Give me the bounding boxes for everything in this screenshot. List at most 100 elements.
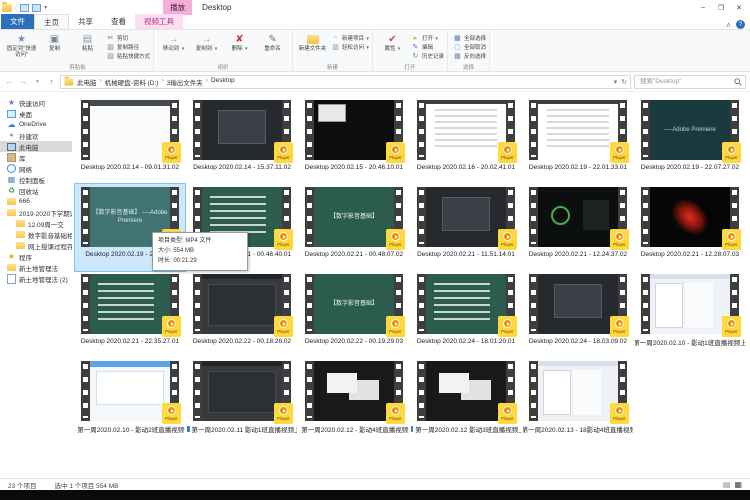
ribbon-button-cut[interactable]: 剪切 <box>106 33 150 42</box>
sidebar-item-folder-digital-av[interactable]: 数字影音基础相关 <box>0 229 72 240</box>
breadcrumb-segment[interactable]: 3输出文件夹 <box>167 77 203 87</box>
sidebar-item-libraries[interactable]: 库 <box>0 152 72 163</box>
sidebar-item-this-pc[interactable]: 此电脑 <box>0 141 72 152</box>
play-icon <box>167 145 176 154</box>
file-item[interactable]: PlayerDesktop 2020.02.24 - 18.01.20.01 <box>411 271 521 358</box>
back-icon[interactable]: ← <box>4 77 15 86</box>
sidebar-item-network[interactable]: 网络 <box>0 163 72 174</box>
ribbon-button-history[interactable]: 历史记录 <box>411 51 444 60</box>
file-item[interactable]: Player第一周2020.02.13 - 18影动4班直播视频全 <box>523 358 633 445</box>
ribbon-button-newfolder[interactable]: 新建文件夹 <box>296 32 329 63</box>
qat-dropdown-icon[interactable]: ▾ <box>44 4 47 11</box>
sidebar-item-folder-land-law[interactable]: 新土地管理法 <box>0 262 72 273</box>
ribbon-button-move[interactable]: 移动到 ▾ <box>157 32 190 63</box>
tab-view[interactable]: 查看 <box>102 14 135 29</box>
file-item[interactable]: PlayerDesktop 2020.02.14 - 15.37.11.02 <box>187 97 297 184</box>
sidebar-item-control-panel[interactable]: 控制面板 <box>0 174 72 185</box>
filmstrip-left <box>529 187 538 247</box>
ribbon-button-selnone[interactable]: 全部取消 <box>453 42 486 51</box>
file-item[interactable]: PlayerDesktop 2020.02.16 - 20.02.41.01 <box>411 97 521 184</box>
thumbnails-view-icon[interactable]: ▦ <box>734 480 742 489</box>
tab-file[interactable]: 文件 <box>1 14 34 29</box>
file-item[interactable]: PlayerDesktop 2020.02.21 - 11.51.14.01 <box>411 184 521 271</box>
breadcrumb-segment[interactable]: 此电脑 <box>77 77 97 87</box>
sidebar-item-programs[interactable]: 程序 <box>0 251 72 262</box>
file-name-text: Desktop 2020.02.19 - 22.01.33.01 <box>529 164 627 171</box>
ribbon-button-delete[interactable]: 删除 ▾ <box>223 32 256 63</box>
ribbon-group: 属性 ▾打开 ▾编辑历史记录打开 <box>373 31 448 71</box>
up-icon[interactable]: ↑ <box>46 77 57 86</box>
file-item[interactable]: PlayerDesktop 2020.02.19 - 22.01.33.01 <box>523 97 633 184</box>
sidebar-item-folder-term[interactable]: 2019-2020下学期课程 <box>0 207 72 218</box>
file-item[interactable]: ----Adobe PremierePlayerDesktop 2020.02.… <box>635 97 745 184</box>
taskbar[interactable] <box>0 490 750 500</box>
forward-icon[interactable]: → <box>18 77 29 86</box>
selnone-icon <box>453 43 462 51</box>
sidebar-item-recycle-bin[interactable]: 回收站 <box>0 185 72 196</box>
ribbon-button-path[interactable]: 复制路径 <box>106 42 150 51</box>
thumbnail-content <box>426 100 506 160</box>
ribbon-button-props[interactable]: 属性 ▾ <box>376 32 409 63</box>
search-input[interactable] <box>638 77 734 86</box>
ribbon-group-label: 选择 <box>448 63 489 71</box>
breadcrumb-segment[interactable]: 机械硬盘-资料 (D:) <box>105 77 159 87</box>
sidebar-item-quick-access[interactable]: 快速访问 <box>0 97 72 108</box>
ribbon-button-selinv[interactable]: 反向选择 <box>453 51 486 60</box>
qat-new-folder-icon[interactable] <box>32 4 41 12</box>
file-item[interactable]: Player第一周2020.02.11 影动1班直播视频上 <box>187 358 297 445</box>
tab-share[interactable]: 共享 <box>69 14 102 29</box>
ribbon-button-edit[interactable]: 编辑 <box>411 42 444 51</box>
file-item[interactable]: PlayerDesktop 2020.02.21 - 22.35.27.01 <box>75 271 185 358</box>
ribbon-button-copyto[interactable]: 复制到 ▾ <box>190 32 223 63</box>
ribbon-button-paste[interactable]: 粘贴 <box>71 32 104 63</box>
file-item[interactable]: PlayerDesktop 2020.02.15 - 20.46.10.01 <box>299 97 409 184</box>
maximize-button[interactable]: ❐ <box>712 1 730 15</box>
sidebar-item-folder-online-archive[interactable]: 网上授课过程存档 <box>0 240 72 251</box>
tab-home[interactable]: 主页 <box>34 14 69 29</box>
sidebar-item-folder-land-law-2[interactable]: 新土地管理法 (2) <box>0 273 72 284</box>
ribbon-button-shortcut[interactable]: 粘贴快捷方式 <box>106 51 150 60</box>
file-item[interactable]: PlayerDesktop 2020.02.22 - 00.18.26.02 <box>187 271 297 358</box>
refresh-icon[interactable]: ↻ <box>621 78 627 86</box>
search-box[interactable] <box>634 75 746 89</box>
sidebar-item-desktop[interactable]: 桌面 <box>0 108 72 119</box>
sidebar-item-user[interactable]: 孙建欢 <box>0 130 72 141</box>
ribbon-button-pin[interactable]: 固定到"快速访问" <box>5 32 38 63</box>
sidebar-item-folder-1209[interactable]: 12.09周一交 <box>0 218 72 229</box>
file-item[interactable]: Player第一周2020.02.12 影动3班直播视频上 <box>411 358 521 445</box>
file-item[interactable]: Player第一周2020.02.10 - 影动1班直播视频上 <box>635 271 745 358</box>
breadcrumb-segment[interactable]: Desktop <box>211 77 235 87</box>
file-item[interactable]: 【数字影音基础】PlayerDesktop 2020.02.22 - 00.19… <box>299 271 409 358</box>
ribbon-button-open[interactable]: 打开 ▾ <box>411 33 444 42</box>
file-item[interactable]: PlayerDesktop 2020.02.21 - 12.28.07.03 <box>635 184 745 271</box>
file-item[interactable]: 【数字影音基础】PlayerDesktop 2020.02.21 - 00.48… <box>299 184 409 271</box>
ribbon-button-copy[interactable]: 复制 <box>38 32 71 63</box>
ribbon-button-selall[interactable]: 全部选择 <box>453 33 486 42</box>
play-icon <box>167 319 176 328</box>
ribbon-group-label: 打开 <box>373 63 447 71</box>
sidebar-item-folder-666[interactable]: 666 <box>0 196 72 207</box>
play-icon <box>391 319 400 328</box>
recent-locations-icon[interactable]: ▾ <box>32 78 43 85</box>
details-view-icon[interactable]: ▤ <box>723 480 731 489</box>
sidebar-item-onedrive[interactable]: OneDrive <box>0 119 72 130</box>
address-dropdown-icon[interactable]: ▾ <box>614 78 618 86</box>
address-box[interactable]: 此电脑›机械硬盘-资料 (D:)›3输出文件夹›Desktop ▾ ↻ <box>60 75 631 89</box>
play-icon <box>727 145 736 154</box>
ribbon-button-newitem[interactable]: 新建项目 ▾ <box>331 33 369 42</box>
video-thumbnail: Player <box>417 361 515 421</box>
minimize-button[interactable]: – <box>694 1 712 15</box>
qat-properties-icon[interactable] <box>20 4 29 12</box>
close-button[interactable]: ✕ <box>730 1 748 15</box>
ribbon-button-easy[interactable]: 轻松访问 ▾ <box>331 42 369 51</box>
file-item[interactable]: PlayerDesktop 2020.02.24 - 18.03.09.02 <box>523 271 633 358</box>
ribbon-button-rename[interactable]: 重命名 <box>256 32 289 63</box>
file-item[interactable]: PlayerDesktop 2020.02.21 - 12.24.37.02 <box>523 184 633 271</box>
file-item[interactable]: Player第一周2020.02.12 - 影动4班直播视频全 <box>299 358 409 445</box>
file-item[interactable]: PlayerDesktop 2020.02.14 - 09.01.31.02 <box>75 97 185 184</box>
help-icon[interactable]: ? <box>736 20 745 29</box>
collapse-ribbon-icon[interactable]: ∧ <box>726 21 731 29</box>
file-item[interactable]: Player第一周2020.02.10 - 影动2班直播视频全 <box>75 358 185 445</box>
ribbon-button-label: 历史记录 <box>422 52 444 60</box>
tab-video-tools[interactable]: 视频工具 <box>135 14 183 29</box>
